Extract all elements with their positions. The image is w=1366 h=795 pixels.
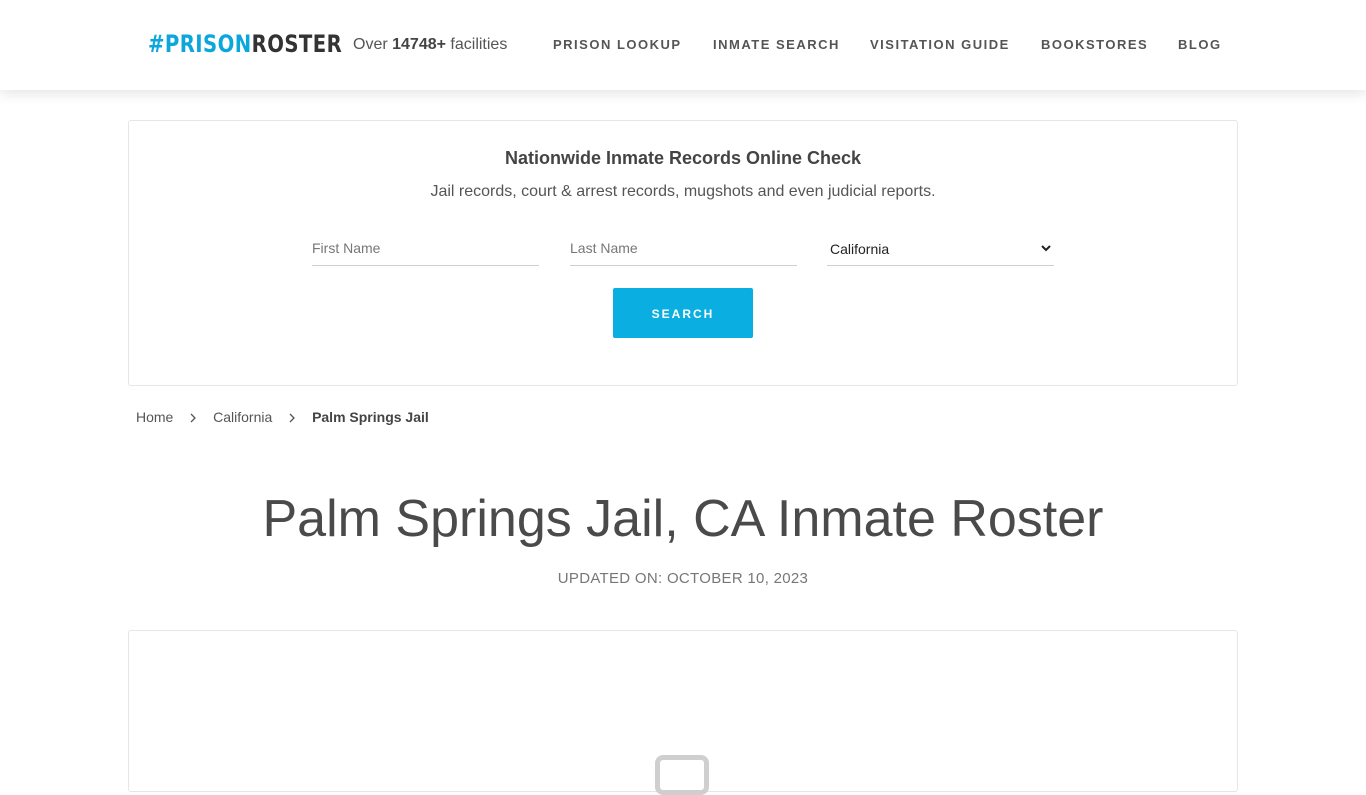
nav-bookstores[interactable]: BOOKSTORES bbox=[1041, 37, 1148, 53]
logo-prison-text: #PRISON bbox=[148, 30, 252, 58]
breadcrumb-state[interactable]: California bbox=[213, 409, 272, 425]
nav-inmate-search[interactable]: INMATE SEARCH bbox=[713, 37, 840, 53]
facilities-prefix: Over bbox=[353, 36, 388, 53]
breadcrumb-home[interactable]: Home bbox=[136, 409, 173, 425]
breadcrumb-current: Palm Springs Jail bbox=[312, 409, 429, 425]
image-placeholder-icon bbox=[655, 755, 709, 795]
chevron-right-icon bbox=[289, 413, 296, 423]
first-name-input[interactable] bbox=[312, 231, 539, 266]
logo-roster-text: ROSTER bbox=[251, 30, 343, 58]
search-button[interactable]: SEARCH bbox=[613, 288, 753, 338]
facilities-count: 14748+ bbox=[392, 36, 446, 53]
inmate-search-card: Nationwide Inmate Records Online Check J… bbox=[128, 120, 1238, 386]
site-header: #PRISONROSTER Over 14748+ facilities PRI… bbox=[0, 0, 1366, 90]
state-select[interactable]: California bbox=[827, 231, 1054, 266]
search-card-subtitle: Jail records, court & arrest records, mu… bbox=[430, 183, 936, 200]
nav-blog[interactable]: BLOG bbox=[1178, 37, 1222, 53]
facilities-suffix: facilities bbox=[450, 36, 508, 53]
updated-date: UPDATED ON: OCTOBER 10, 2023 bbox=[557, 570, 809, 587]
nav-visitation-guide[interactable]: VISITATION GUIDE bbox=[870, 37, 1010, 53]
chevron-down-icon bbox=[1041, 245, 1051, 252]
page-title: Palm Springs Jail, CA Inmate Roster bbox=[262, 490, 1104, 548]
breadcrumb: Home California Palm Springs Jail bbox=[136, 408, 429, 426]
search-card-title: Nationwide Inmate Records Online Check bbox=[504, 148, 862, 168]
nav-prison-lookup[interactable]: PRISON LOOKUP bbox=[553, 37, 682, 53]
state-select-value: California bbox=[830, 241, 890, 257]
chevron-right-icon bbox=[190, 413, 197, 423]
facilities-count-text: Over 14748+ facilities bbox=[353, 34, 507, 56]
last-name-input[interactable] bbox=[570, 231, 797, 266]
site-logo[interactable]: #PRISONROSTER bbox=[148, 28, 342, 60]
